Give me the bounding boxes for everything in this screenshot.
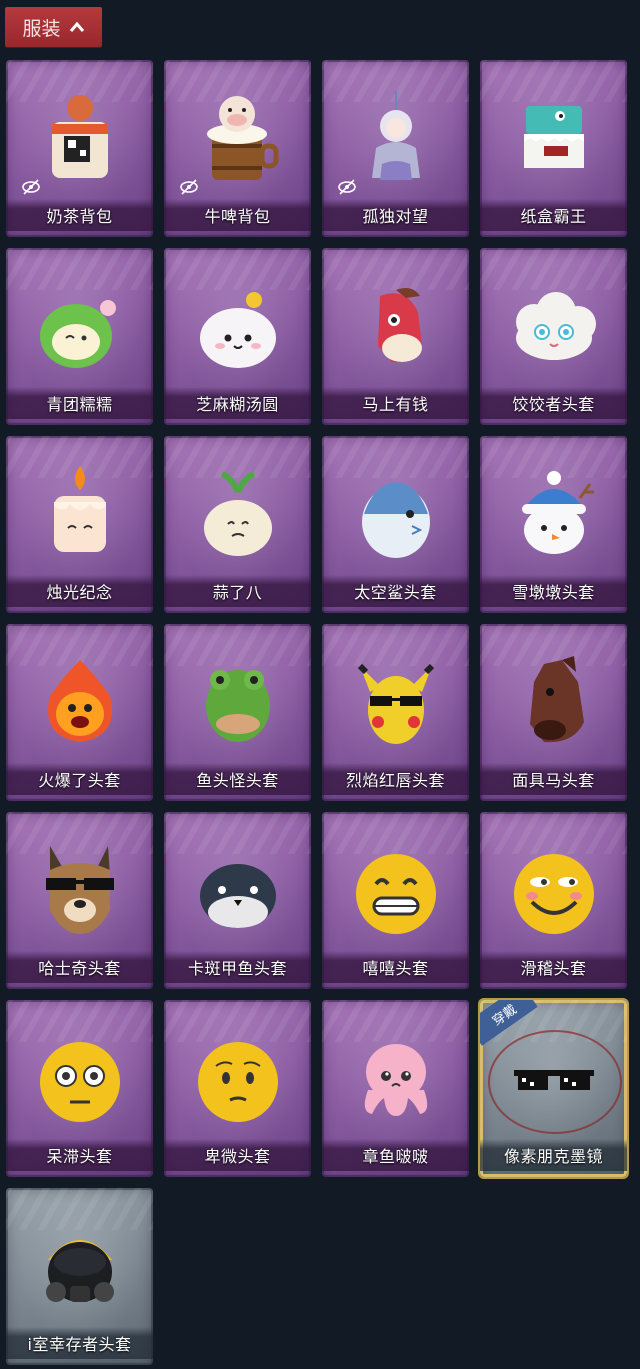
tab-label: 服装 <box>22 17 61 40</box>
item-card[interactable]: 孤独对望 <box>322 60 469 237</box>
item-label: 嘻嘻头套 <box>322 951 469 983</box>
humble-emoji-icon <box>197 1042 278 1122</box>
rice-ball-icon <box>199 292 276 368</box>
tab-clothing[interactable]: 服装 <box>5 7 102 47</box>
item-label: 面具马头套 <box>480 763 627 795</box>
item-card[interactable]: 滑稽头套 <box>480 812 627 989</box>
item-card[interactable]: 鱼头怪头套 <box>164 624 311 801</box>
item-label: 鱼头怪头套 <box>164 763 311 795</box>
dazed-emoji-icon <box>39 1042 120 1122</box>
item-label: 蒜了八 <box>164 575 311 607</box>
item-card[interactable]: 纸盒霸王 <box>480 60 627 237</box>
item-card[interactable]: 牛啤背包 <box>164 60 311 237</box>
pink-octopus-icon <box>364 1044 427 1116</box>
beer-barrel-cow-icon <box>206 96 278 180</box>
item-label: 烛光纪念 <box>6 575 153 607</box>
hidden-eye-icon[interactable] <box>179 177 199 197</box>
item-label: 青团糯糯 <box>6 387 153 419</box>
snowman-icon <box>521 471 594 554</box>
item-card[interactable]: 哈士奇头套 <box>6 812 153 989</box>
item-card[interactable]: 蒜了八 <box>164 436 311 613</box>
pixel-sunglasses-icon <box>513 1070 594 1090</box>
item-card[interactable]: i室幸存者头套 <box>6 1188 153 1365</box>
candle-icon <box>53 466 106 552</box>
item-label: 卑微头套 <box>164 1139 311 1171</box>
item-label: 奶茶背包 <box>6 199 153 231</box>
item-card[interactable]: 呆滞头套 <box>6 1000 153 1177</box>
item-label: 像素朋克墨镜 <box>480 1139 627 1171</box>
gas-mask-helmet-icon <box>45 1240 114 1302</box>
item-card[interactable]: 雪墩墩头套 <box>480 436 627 613</box>
cardboard-dino-icon <box>523 106 584 168</box>
item-label: 雪墩墩头套 <box>480 575 627 607</box>
item-label: i室幸存者头套 <box>6 1327 153 1359</box>
item-card-equipped[interactable]: 穿戴 像素朋克墨镜 <box>480 1000 627 1177</box>
item-label: 马上有钱 <box>322 387 469 419</box>
husky-icon <box>45 846 114 934</box>
hidden-eye-icon[interactable] <box>337 177 357 197</box>
hidden-eye-icon[interactable] <box>21 177 41 197</box>
grin-emoji-icon <box>355 854 436 934</box>
item-card[interactable]: 马上有钱 <box>322 248 469 425</box>
item-label: 火爆了头套 <box>6 763 153 795</box>
item-label: 孤独对望 <box>322 199 469 231</box>
garlic-icon <box>203 471 272 556</box>
item-card[interactable]: 卑微头套 <box>164 1000 311 1177</box>
item-label: 章鱼啵啵 <box>322 1139 469 1171</box>
item-label: 呆滞头套 <box>6 1139 153 1171</box>
item-card[interactable]: 嘻嘻头套 <box>322 812 469 989</box>
item-card[interactable]: 奶茶背包 <box>6 60 153 237</box>
item-card[interactable]: 卡斑甲鱼头套 <box>164 812 311 989</box>
item-card[interactable]: 烛光纪念 <box>6 436 153 613</box>
item-card[interactable]: 青团糯糯 <box>6 248 153 425</box>
item-card[interactable]: 火爆了头套 <box>6 624 153 801</box>
fireball-icon <box>47 660 112 742</box>
green-dumpling-icon <box>39 300 116 368</box>
item-card[interactable]: 饺饺者头套 <box>480 248 627 425</box>
item-label: 芝麻糊汤圆 <box>164 387 311 419</box>
chevron-up-icon <box>69 21 84 32</box>
whale-icon <box>199 864 276 928</box>
item-label: 滑稽头套 <box>480 951 627 983</box>
item-label: 哈士奇头套 <box>6 951 153 983</box>
item-card[interactable]: 芝麻糊汤圆 <box>164 248 311 425</box>
item-label: 卡斑甲鱼头套 <box>164 951 311 983</box>
item-card[interactable]: 面具马头套 <box>480 624 627 801</box>
item-label: 太空鲨头套 <box>322 575 469 607</box>
space-shark-icon <box>361 482 430 558</box>
item-label: 牛啤背包 <box>164 199 311 231</box>
yellow-mouse-icon <box>357 663 434 744</box>
horse-mask-icon <box>529 656 584 743</box>
doll-charm-icon <box>371 90 420 180</box>
funny-emoji-icon <box>513 854 594 934</box>
milk-tea-backpack-icon <box>51 95 108 178</box>
fish-monster-icon <box>205 670 270 742</box>
item-card[interactable]: 烈焰红唇头套 <box>322 624 469 801</box>
item-label: 饺饺者头套 <box>480 387 627 419</box>
item-label: 纸盒霸王 <box>480 199 627 231</box>
item-card[interactable]: 章鱼啵啵 <box>322 1000 469 1177</box>
red-horse-icon <box>377 288 422 363</box>
item-card[interactable]: 太空鲨头套 <box>322 436 469 613</box>
item-label: 烈焰红唇头套 <box>322 763 469 795</box>
item-grid: 奶茶背包 牛啤背包 孤独对望 纸盒霸王 青团糯糯 芝麻糊汤圆 马上有钱 饺饺者头… <box>6 60 627 1365</box>
cloud-dumpling-icon <box>515 292 596 360</box>
